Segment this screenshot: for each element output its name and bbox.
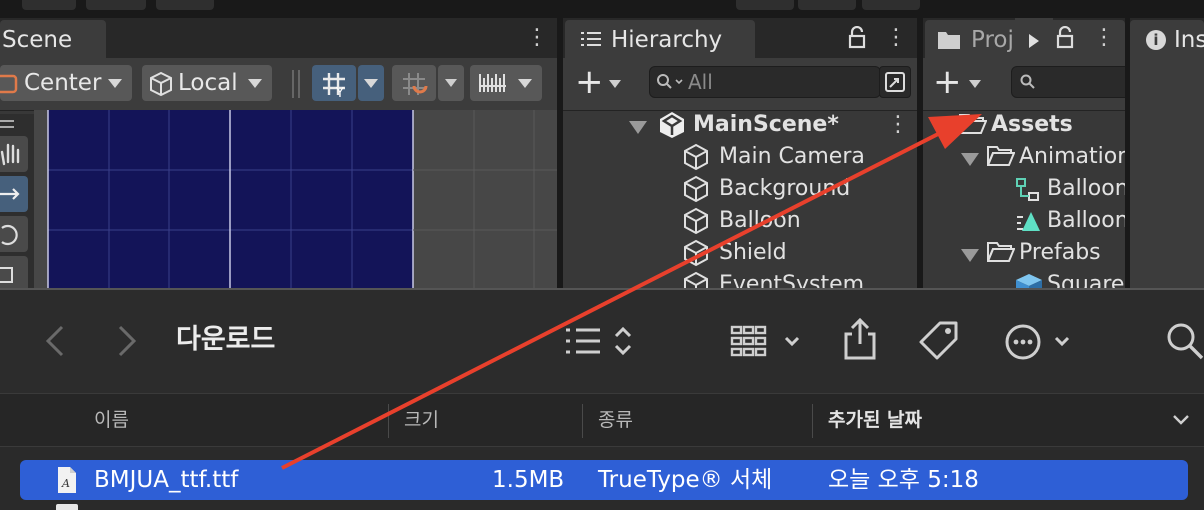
arrow-line: [281, 130, 943, 470]
drag-arrow-annotation: [281, 114, 982, 470]
arrow-head-icon: [928, 114, 982, 149]
